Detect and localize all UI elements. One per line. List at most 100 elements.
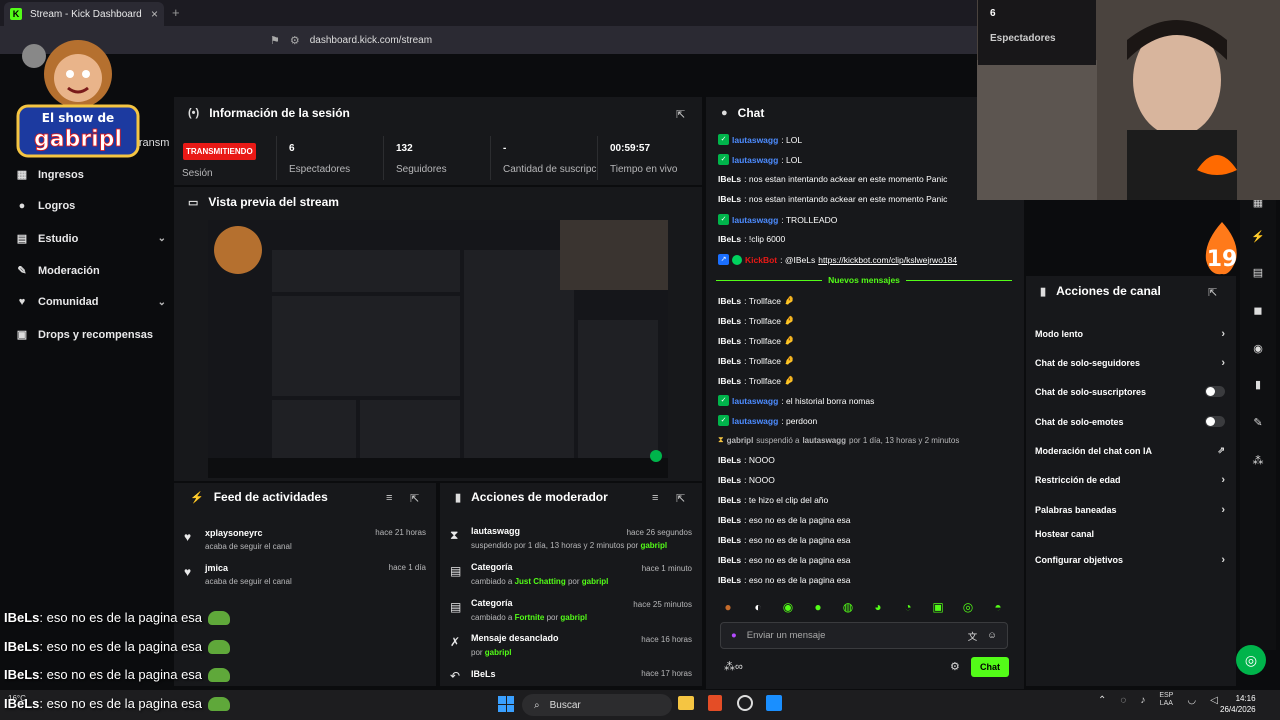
sidebar-item-ingresos[interactable]: ▦ Ingresos (16, 168, 166, 182)
taskbar-search[interactable]: ⌕ Buscar (522, 694, 672, 716)
channel-action-restriccion-edad[interactable]: Restricción de edad › (1035, 474, 1225, 486)
wifi-icon[interactable]: ◡ (1187, 695, 1196, 706)
popout-icon[interactable]: ⇱ (676, 492, 685, 505)
sidebar-item-moderacion[interactable]: ✎ Moderación (16, 264, 166, 278)
url-field[interactable]: ⚑ ⚙ dashboard.kick.com/stream (270, 30, 950, 50)
toggle-switch[interactable] (1205, 416, 1225, 427)
chat-username[interactable]: IBeLs (718, 316, 741, 326)
stream-preview-video[interactable] (208, 220, 668, 478)
obs-icon[interactable] (737, 695, 753, 711)
emote-icon[interactable]: ▣ (928, 600, 948, 616)
chat-username[interactable]: lautaswagg (732, 135, 778, 145)
chevron-up-icon[interactable]: ⌃ (1098, 695, 1106, 706)
channel-action-hostear[interactable]: Hostear canal (1035, 529, 1225, 539)
chat-input[interactable]: ● Enviar un mensaje 文 ☺ (720, 622, 1008, 649)
app-icon[interactable] (766, 695, 782, 711)
emote-icon[interactable]: ● (718, 600, 738, 616)
mod-action-user[interactable]: gabripl (485, 648, 512, 657)
sidebar-item-estudio[interactable]: ▤ Estudio ⌄ (16, 232, 166, 246)
mic-icon[interactable]: ● (731, 630, 737, 641)
sidebar-item-drops[interactable]: ▣ Drops y recompensas (16, 328, 166, 342)
system-actor[interactable]: gabripl (727, 436, 754, 445)
language-indicator[interactable]: ESP LAA (1159, 692, 1173, 708)
tab-close-icon[interactable]: × (151, 7, 158, 21)
chat-username[interactable]: IBeLs (718, 234, 741, 244)
translate-icon[interactable]: 文 (968, 629, 978, 643)
chat-username[interactable]: IBeLs (718, 555, 741, 565)
chat-username[interactable]: IBeLs (718, 376, 741, 386)
clipboard-icon[interactable]: ▮ (1250, 378, 1266, 394)
popout-icon[interactable]: ⇱ (410, 492, 419, 505)
emoji-icon[interactable]: ☺ (987, 630, 997, 641)
chat-username[interactable]: lautaswagg (732, 396, 778, 406)
site-info-icon[interactable]: ⚙ (290, 34, 300, 47)
chat-username[interactable]: lautaswagg (732, 155, 778, 165)
chat-username[interactable]: IBeLs (718, 535, 741, 545)
sidebar-item-comunidad[interactable]: ♥ Comunidad ⌄ (16, 296, 166, 308)
channel-action-modo-lento[interactable]: Modo lento › (1035, 328, 1225, 340)
chat-username[interactable]: IBeLs (718, 475, 741, 485)
chat-icon[interactable]: ◼ (1250, 304, 1266, 320)
new-tab-button[interactable]: + (172, 5, 180, 20)
mod-action-user[interactable]: gabripl (582, 577, 609, 586)
mic-icon[interactable]: ♪ (1140, 695, 1145, 706)
channel-action-moderacion-ia[interactable]: Moderación del chat con IA ⇗ (1035, 445, 1225, 456)
emote-icon[interactable]: ◔ (898, 600, 918, 616)
emote-icon[interactable]: ◐ (748, 600, 768, 616)
popout-icon[interactable]: ⇱ (1208, 286, 1217, 299)
network-icon[interactable]: ◌ (1120, 695, 1126, 706)
chat-username[interactable]: IBeLs (718, 356, 741, 366)
filter-icon[interactable]: ≡ (652, 492, 658, 504)
emote-icon[interactable]: ◍ (838, 600, 858, 616)
chat-username[interactable]: IBeLs (718, 495, 741, 505)
chat-username[interactable]: IBeLs (718, 455, 741, 465)
chat-username[interactable]: lautaswagg (732, 416, 778, 426)
brave-browser-icon[interactable] (708, 695, 722, 711)
users-icon[interactable]: ⁂ (1250, 454, 1266, 470)
channel-action-solo-emotes[interactable]: Chat de solo-emotes (1035, 416, 1225, 427)
chat-extras-icon[interactable]: ⁂∞ (724, 660, 743, 673)
follower-name[interactable]: jmica (205, 563, 228, 573)
channel-action-palabras-baneadas[interactable]: Palabras baneadas › (1035, 504, 1225, 516)
chat-username[interactable]: IBeLs (718, 194, 741, 204)
channel-action-solo-seguidores[interactable]: Chat de solo-seguidores › (1035, 357, 1225, 369)
emote-icon[interactable]: ● (808, 600, 828, 616)
bookmark-icon[interactable]: ⚑ (270, 34, 280, 47)
mod-action-title[interactable]: IBeLs (471, 669, 496, 679)
chat-username[interactable]: IBeLs (718, 296, 741, 306)
emote-icon[interactable]: ◉ (778, 600, 798, 616)
popout-icon[interactable]: ⇱ (676, 108, 685, 121)
system-target[interactable]: lautaswagg (802, 436, 846, 445)
emote-icon[interactable]: ◕ (868, 600, 888, 616)
channel-action-solo-suscriptores[interactable]: Chat de solo-suscriptores (1035, 386, 1225, 397)
emote-icon[interactable]: ◓ (988, 600, 1008, 616)
chat-username[interactable]: KickBot (745, 255, 777, 265)
emote-icon[interactable]: ◎ (958, 600, 978, 616)
chat-username[interactable]: IBeLs (718, 336, 741, 346)
chat-username[interactable]: IBeLs (718, 174, 741, 184)
mod-action-title[interactable]: lautaswagg (471, 526, 520, 536)
chat-username[interactable]: IBeLs (718, 575, 741, 585)
toggle-switch[interactable] (1205, 386, 1225, 397)
support-chat-button[interactable]: ◎ (1236, 645, 1266, 675)
send-chat-button[interactable]: Chat (971, 657, 1009, 677)
filter-icon[interactable]: ≡ (386, 492, 392, 504)
browser-tab[interactable]: K Stream - Kick Dashboard × (4, 2, 164, 26)
volume-icon[interactable]: ◁ (1210, 695, 1218, 706)
broadcast-icon[interactable]: ◉ (1250, 342, 1266, 358)
file-explorer-icon[interactable] (678, 696, 694, 710)
follower-name[interactable]: xplaysoneyrc (205, 528, 263, 538)
chat-link[interactable]: https://kickbot.com/clip/kslwejrwo184 (818, 255, 957, 265)
document-icon[interactable]: ▤ (1250, 266, 1266, 282)
gear-icon[interactable]: ⚙ (950, 660, 960, 673)
mod-action-user[interactable]: gabripl (560, 613, 587, 622)
mod-action-user[interactable]: gabripl (640, 541, 667, 550)
chat-username[interactable]: IBeLs (718, 515, 741, 525)
lightning-icon[interactable]: ⚡ (1250, 230, 1266, 246)
windows-start-icon[interactable] (498, 696, 514, 712)
wrench-icon[interactable]: ✎ (1250, 416, 1266, 432)
chat-username[interactable]: lautaswagg (732, 215, 778, 225)
channel-action-objetivos[interactable]: Configurar objetivos › (1035, 554, 1225, 566)
sidebar-item-logros[interactable]: ● Logros (16, 200, 166, 212)
clock[interactable]: 14:16 26/4/2026 (1220, 693, 1256, 715)
